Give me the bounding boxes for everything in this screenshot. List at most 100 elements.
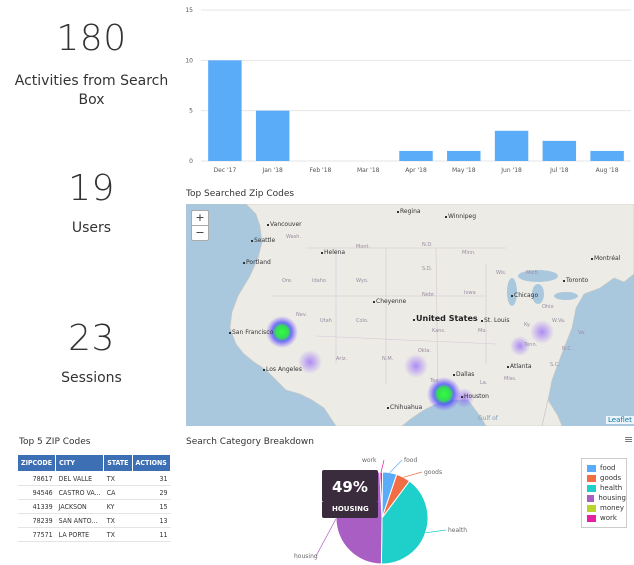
legend-label: goods bbox=[600, 474, 622, 482]
zip-table: ZIPCODE CITY STATE ACTIONS 78617 DEL VAL… bbox=[16, 454, 172, 542]
bar[interactable] bbox=[208, 60, 242, 162]
y-tick-label: 5 bbox=[189, 108, 193, 115]
legend-label: work bbox=[600, 514, 617, 522]
map-place-label: Mich. bbox=[526, 270, 540, 276]
bar[interactable] bbox=[494, 130, 529, 161]
map-place-label: Ohio bbox=[542, 304, 554, 310]
cell-city: CASTRO VA... bbox=[55, 485, 104, 500]
map-place-label: Chicago bbox=[514, 292, 538, 299]
pie-legend: food goods health housing money work bbox=[581, 458, 627, 528]
pie-slice-label: housing bbox=[294, 553, 318, 560]
map-place-label: Houston bbox=[464, 393, 489, 400]
map-place-label: Ky. bbox=[524, 322, 531, 328]
column-city[interactable]: CITY bbox=[55, 454, 105, 472]
pie-connector bbox=[380, 459, 385, 473]
map-place-label: Dallas bbox=[456, 371, 474, 378]
map-place-label: Ore. bbox=[282, 278, 293, 284]
bar[interactable] bbox=[542, 140, 577, 161]
map-place-label: St. Louis bbox=[484, 317, 509, 324]
legend-item-food[interactable]: food bbox=[587, 463, 626, 473]
bar[interactable] bbox=[447, 150, 481, 161]
category-pie-chart[interactable]: work food goods health housing bbox=[280, 452, 480, 565]
legend-swatch bbox=[587, 514, 596, 522]
zip-heat-map[interactable]: Regina Winnipeg Vancouver Seattle Helena Port… bbox=[186, 204, 634, 426]
x-tick-label: Feb '18 bbox=[310, 167, 332, 174]
bar[interactable] bbox=[399, 150, 433, 161]
map-place-label: Ariz. bbox=[336, 356, 347, 362]
map-place-label: N.D. bbox=[422, 242, 433, 248]
legend-label: money bbox=[600, 504, 624, 512]
cell-state: CA bbox=[103, 485, 133, 500]
map-place-label: Nebr. bbox=[422, 292, 436, 298]
map-place-label: Mo. bbox=[478, 328, 487, 334]
column-zipcode[interactable]: ZIPCODE bbox=[16, 454, 57, 472]
cell-city: LA PORTE bbox=[55, 527, 104, 542]
city-dot bbox=[445, 216, 447, 218]
city-dot bbox=[387, 407, 389, 409]
city-dot bbox=[251, 240, 253, 242]
map-place-label: Wis. bbox=[496, 270, 507, 276]
cell-actions: 13 bbox=[132, 513, 171, 528]
map-place-label: Utah bbox=[320, 318, 332, 324]
zoom-in-button[interactable]: + bbox=[191, 210, 209, 226]
leaflet-attribution-link[interactable]: Leaflet bbox=[606, 416, 634, 424]
legend-item-work[interactable]: work bbox=[587, 513, 626, 523]
x-tick-label: May '18 bbox=[452, 167, 476, 174]
legend-item-money[interactable]: money bbox=[587, 503, 626, 513]
x-tick-label: Jan '18 bbox=[261, 167, 283, 174]
column-state[interactable]: STATE bbox=[103, 454, 133, 472]
x-tick-label: Jul '18 bbox=[549, 167, 569, 174]
column-actions[interactable]: ACTIONS bbox=[131, 454, 172, 472]
y-tick-label: 10 bbox=[185, 57, 193, 64]
zoom-out-button[interactable]: − bbox=[191, 225, 209, 241]
bar[interactable] bbox=[255, 110, 290, 161]
heat-spot[interactable] bbox=[404, 354, 428, 378]
map-place-label: Winnipeg bbox=[448, 213, 476, 220]
legend-item-health[interactable]: health bbox=[587, 483, 626, 493]
zip-table-title: Top 5 ZIP Codes bbox=[19, 437, 91, 447]
city-dot bbox=[263, 369, 265, 371]
map-place-label: Nev. bbox=[296, 312, 307, 318]
city-dot bbox=[563, 280, 565, 282]
cell-zipcode: 94546 bbox=[17, 485, 56, 500]
x-tick-label: Apr '18 bbox=[405, 167, 427, 174]
pie-connector bbox=[403, 471, 423, 478]
heat-spot[interactable] bbox=[530, 320, 554, 344]
map-place-label: Regina bbox=[400, 208, 421, 215]
table-row: 77571 LA PORTE TX 11 bbox=[17, 527, 171, 542]
cell-actions: 11 bbox=[132, 527, 171, 542]
bar[interactable] bbox=[590, 150, 624, 161]
cell-state: TX bbox=[103, 527, 133, 542]
legend-swatch bbox=[587, 464, 596, 472]
tooltip-value: 49% bbox=[332, 478, 368, 496]
table-row: 78617 DEL VALLE TX 31 bbox=[17, 471, 171, 486]
city-dot bbox=[507, 366, 509, 368]
city-dot bbox=[397, 211, 399, 213]
city-dot bbox=[591, 258, 593, 260]
cell-city: JACKSON bbox=[55, 499, 104, 514]
legend-item-housing[interactable]: housing bbox=[587, 493, 626, 503]
map-place-label: Colo. bbox=[356, 318, 369, 324]
map-place-label: W.Va. bbox=[552, 318, 566, 324]
city-dot bbox=[453, 374, 455, 376]
activities-label: Activities from Search Box bbox=[14, 73, 169, 108]
map-place-label: Chihuahua bbox=[390, 404, 423, 411]
table-row: 94546 CASTRO VA... CA 29 bbox=[17, 485, 171, 500]
city-dot bbox=[511, 295, 513, 297]
cell-zipcode: 78239 bbox=[17, 513, 56, 528]
map-place-label: Wash. bbox=[286, 234, 301, 240]
city-dot bbox=[229, 332, 231, 334]
cell-zipcode: 77571 bbox=[17, 527, 56, 542]
map-place-label: La. bbox=[480, 380, 488, 386]
legend-item-goods[interactable]: goods bbox=[587, 473, 626, 483]
pie-slice-label: food bbox=[404, 457, 417, 464]
cell-zipcode: 41339 bbox=[17, 499, 56, 514]
chart-menu-icon[interactable]: ≡ bbox=[624, 433, 633, 446]
map-place-label: Helena bbox=[324, 249, 345, 256]
cell-actions: 29 bbox=[132, 485, 171, 500]
map-place-label: San Francisco bbox=[232, 329, 274, 336]
city-dot bbox=[321, 252, 323, 254]
activity-bar-chart: 0 5 10 15 Dec '17 Jan '18 Feb '18 Mar '18 Apr '1… bbox=[185, 7, 631, 174]
map-place-label: Los Angeles bbox=[266, 366, 302, 373]
x-tick-label: Mar '18 bbox=[357, 167, 380, 174]
